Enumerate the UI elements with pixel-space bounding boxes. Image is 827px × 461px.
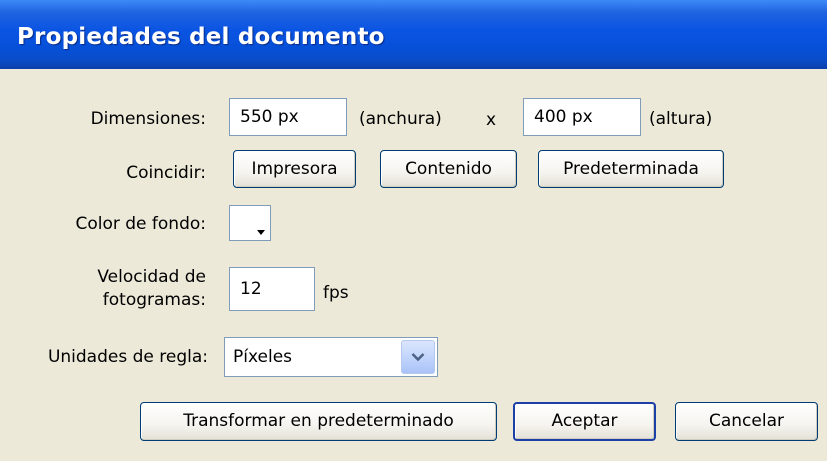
frame-rate-input[interactable]: 12 [229, 267, 315, 311]
height-label: (altura) [649, 109, 713, 129]
document-properties-dialog: Dimensiones: 550 px (anchura) x 400 px (… [0, 69, 827, 461]
frame-rate-unit: fps [323, 283, 349, 303]
ruler-units-select[interactable]: Píxeles [224, 337, 438, 377]
dropdown-arrow-icon [257, 230, 265, 235]
match-label: Coincidir: [126, 163, 206, 183]
height-input[interactable]: 400 px [523, 98, 641, 136]
ruler-units-label: Unidades de regla: [47, 347, 208, 367]
dimensions-label: Dimensiones: [90, 109, 206, 129]
make-default-button[interactable]: Transformar en predeterminado [140, 402, 497, 441]
window-title: Propiedades del documento [17, 24, 385, 50]
dropdown-button[interactable] [401, 340, 435, 374]
match-printer-button[interactable]: Impresora [233, 150, 356, 188]
dimensions-separator: x [486, 110, 497, 130]
ok-button[interactable]: Aceptar [513, 402, 656, 441]
frame-rate-label-line1: Velocidad de [97, 267, 206, 287]
background-color-swatch[interactable] [229, 205, 271, 241]
cancel-button[interactable]: Cancelar [675, 402, 818, 441]
background-color-label: Color de fondo: [75, 214, 206, 234]
width-label: (anchura) [359, 109, 442, 129]
title-bar: Propiedades del documento [0, 0, 827, 69]
frame-rate-label-line2: fotogramas: [102, 290, 206, 310]
chevron-down-icon [411, 353, 425, 362]
match-default-button[interactable]: Predeterminada [538, 150, 724, 188]
match-contents-button[interactable]: Contenido [380, 150, 517, 188]
width-input[interactable]: 550 px [229, 98, 347, 136]
ruler-units-selected: Píxeles [233, 347, 293, 367]
